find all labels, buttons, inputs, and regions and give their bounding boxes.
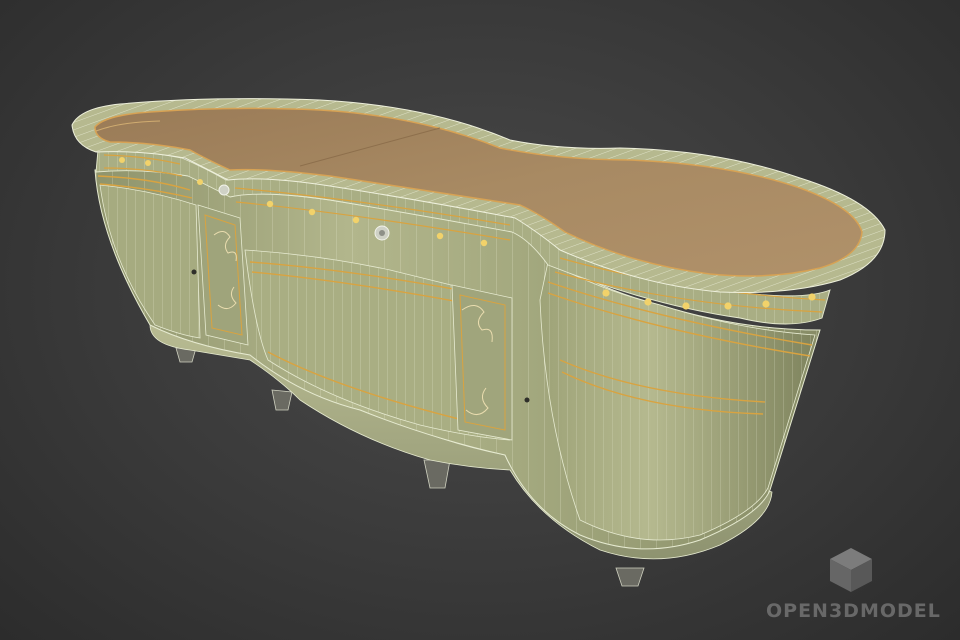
watermark-text: OPEN3DMODEL (766, 600, 941, 622)
watermark: OPEN3DMODEL (766, 546, 941, 622)
cube-icon (830, 548, 872, 592)
model-viewport (0, 0, 960, 640)
glass-panel-right (451, 284, 513, 441)
sideboard-wireframe-render (71, 98, 886, 587)
glass-panel-left (197, 204, 249, 346)
